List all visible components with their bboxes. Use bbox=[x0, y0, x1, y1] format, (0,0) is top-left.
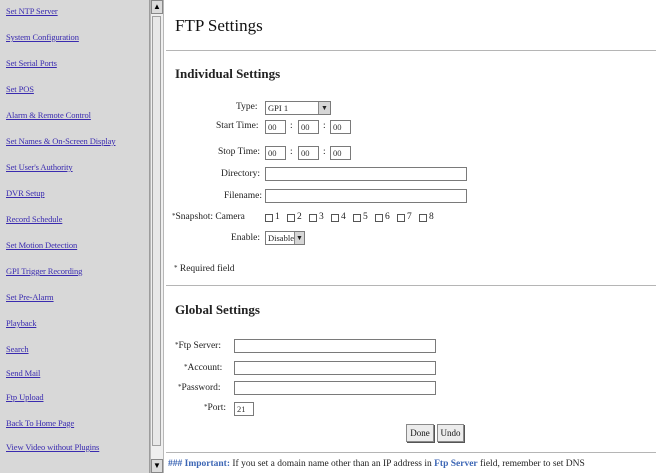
required-asterisk: * bbox=[174, 264, 178, 272]
global-settings-heading: Global Settings bbox=[175, 302, 260, 317]
chevron-down-icon: ▼ bbox=[318, 102, 330, 114]
sidebar-item-gpi-trigger[interactable]: GPI Trigger Recording bbox=[6, 266, 82, 276]
sidebar-item-pos[interactable]: Set POS bbox=[6, 84, 34, 94]
main-content: FTP Settings Individual Settings Type: G… bbox=[166, 0, 656, 473]
sidebar-item-ftp-upload[interactable]: Ftp Upload bbox=[6, 392, 44, 402]
enable-select-value: Disable bbox=[268, 233, 294, 243]
done-button[interactable]: Done bbox=[406, 424, 434, 442]
ftp-server-input[interactable] bbox=[234, 339, 436, 353]
camera-3-label: 3 bbox=[319, 212, 324, 222]
camera-2-label: 2 bbox=[297, 212, 302, 222]
account-label: *Account: bbox=[184, 363, 223, 373]
sidebar-item-serial-ports[interactable]: Set Serial Ports bbox=[6, 58, 57, 68]
sidebar-item-search[interactable]: Search bbox=[6, 344, 29, 354]
stop-second-input[interactable]: 00 bbox=[330, 146, 351, 160]
camera-5-checkbox[interactable] bbox=[353, 214, 361, 222]
camera-4-label: 4 bbox=[341, 212, 346, 222]
sidebar-item-user-authority[interactable]: Set User's Authority bbox=[6, 162, 73, 172]
divider-bottom bbox=[166, 452, 656, 453]
sidebar-item-playback[interactable]: Playback bbox=[6, 318, 36, 328]
password-label: *Password: bbox=[178, 383, 221, 393]
colon: : bbox=[323, 121, 326, 131]
directory-label: Directory: bbox=[221, 169, 261, 179]
important-note: ### Important: If you set a domain name … bbox=[168, 459, 585, 469]
camera-6-label: 6 bbox=[385, 212, 390, 222]
start-time-label: Start Time: bbox=[216, 121, 259, 131]
sidebar-item-pre-alarm[interactable]: Set Pre-Alarm bbox=[6, 292, 54, 302]
filename-input[interactable] bbox=[265, 189, 467, 203]
divider-middle bbox=[166, 285, 656, 286]
port-label: *Port: bbox=[204, 403, 226, 413]
camera-8-label: 8 bbox=[429, 212, 434, 222]
divider-top bbox=[166, 50, 656, 51]
stop-hour-input[interactable]: 00 bbox=[265, 146, 286, 160]
vertical-scrollbar[interactable]: ▲ ▼ bbox=[150, 0, 164, 473]
sidebar-item-system-config[interactable]: System Configuration bbox=[6, 32, 79, 42]
sidebar-item-home-page[interactable]: Back To Home Page bbox=[6, 418, 74, 428]
camera-3-checkbox[interactable] bbox=[309, 214, 317, 222]
camera-4-checkbox[interactable] bbox=[331, 214, 339, 222]
ftp-server-label: *Ftp Server: bbox=[175, 341, 221, 351]
sidebar-menu: Set NTP Server System Configuration Set … bbox=[0, 0, 150, 473]
camera-5-label: 5 bbox=[363, 212, 368, 222]
scroll-up-arrow-icon[interactable]: ▲ bbox=[151, 0, 163, 14]
start-hour-input[interactable]: 00 bbox=[265, 120, 286, 134]
type-select-value: GPI 1 bbox=[268, 103, 289, 113]
undo-button[interactable]: Undo bbox=[437, 424, 464, 442]
page-title: FTP Settings bbox=[175, 16, 263, 35]
sidebar-item-send-mail[interactable]: Send Mail bbox=[6, 368, 40, 378]
important-text-1: If you set a domain name other than an I… bbox=[230, 459, 435, 469]
required-field-note: * Required field bbox=[174, 264, 235, 274]
sidebar-item-ntp-server[interactable]: Set NTP Server bbox=[6, 6, 58, 16]
account-input[interactable] bbox=[234, 361, 436, 375]
enable-label: Enable: bbox=[231, 233, 261, 243]
scroll-thumb[interactable] bbox=[152, 16, 161, 446]
camera-1-label: 1 bbox=[275, 212, 280, 222]
type-label: Type: bbox=[236, 102, 258, 112]
password-input[interactable] bbox=[234, 381, 436, 395]
camera-7-label: 7 bbox=[407, 212, 412, 222]
sidebar-item-dvr-setup[interactable]: DVR Setup bbox=[6, 188, 45, 198]
camera-7-checkbox[interactable] bbox=[397, 214, 405, 222]
important-label: ### Important: bbox=[168, 459, 231, 469]
sidebar-item-alarm-remote[interactable]: Alarm & Remote Control bbox=[6, 110, 91, 120]
filename-label: Filename: bbox=[224, 191, 262, 201]
camera-1-checkbox[interactable] bbox=[265, 214, 273, 222]
important-text-2: field, remember to set DNS bbox=[477, 459, 585, 469]
sidebar-item-motion-detection[interactable]: Set Motion Detection bbox=[6, 240, 77, 250]
sidebar-item-record-schedule[interactable]: Record Schedule bbox=[6, 214, 62, 224]
colon: : bbox=[290, 121, 293, 131]
start-minute-input[interactable]: 00 bbox=[298, 120, 319, 134]
snapshot-label: *Snapshot: Camera bbox=[172, 212, 245, 222]
sidebar-item-names-osd[interactable]: Set Names & On-Screen Display bbox=[6, 136, 116, 146]
camera-2-checkbox[interactable] bbox=[287, 214, 295, 222]
enable-select[interactable]: Disable ▼ bbox=[265, 231, 305, 245]
stop-time-label: Stop Time: bbox=[218, 147, 260, 157]
sidebar-item-view-video[interactable]: View Video without Plugins bbox=[6, 442, 99, 452]
colon: : bbox=[323, 147, 326, 157]
important-ftp-server-highlight: Ftp Server bbox=[434, 459, 478, 469]
individual-settings-heading: Individual Settings bbox=[175, 66, 281, 81]
chevron-down-icon: ▼ bbox=[294, 232, 304, 244]
stop-minute-input[interactable]: 00 bbox=[298, 146, 319, 160]
type-select[interactable]: GPI 1 ▼ bbox=[265, 101, 331, 115]
colon: : bbox=[290, 147, 293, 157]
start-second-input[interactable]: 00 bbox=[330, 120, 351, 134]
port-input[interactable]: 21 bbox=[234, 402, 254, 416]
directory-input[interactable] bbox=[265, 167, 467, 181]
camera-6-checkbox[interactable] bbox=[375, 214, 383, 222]
scroll-down-arrow-icon[interactable]: ▼ bbox=[151, 459, 163, 473]
camera-8-checkbox[interactable] bbox=[419, 214, 427, 222]
